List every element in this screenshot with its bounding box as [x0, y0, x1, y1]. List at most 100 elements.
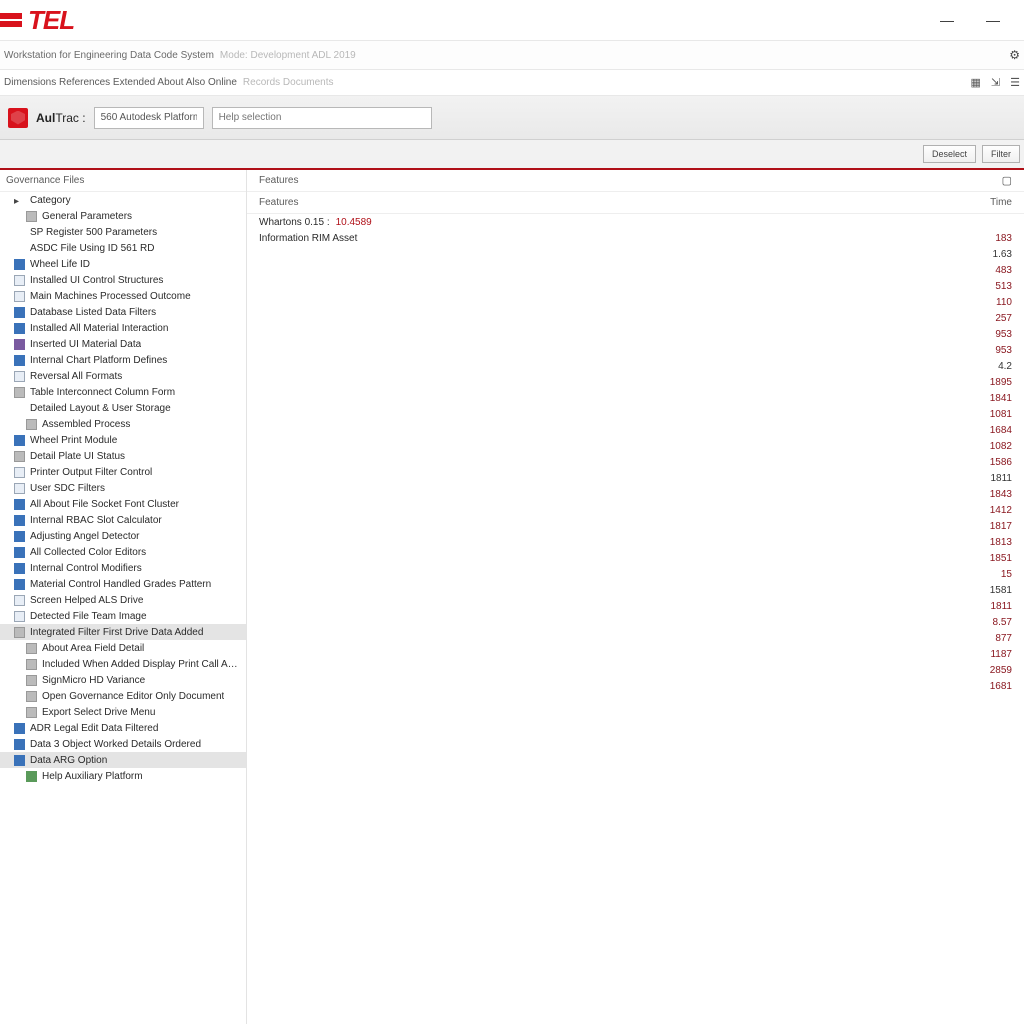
- sidebar-item[interactable]: Reversal All Formats: [0, 368, 246, 384]
- sidebar-item-label: Wheel Life ID: [30, 259, 90, 270]
- sidebar-item-label: Adjusting Angel Detector: [30, 531, 140, 542]
- deselect-button[interactable]: Deselect: [923, 145, 976, 163]
- toolbar-input-b[interactable]: [212, 107, 432, 129]
- sidebar-item[interactable]: About Area Field Detail: [0, 640, 246, 656]
- table-row[interactable]: 1581: [247, 582, 1024, 598]
- table-row[interactable]: 1811: [247, 470, 1024, 486]
- sidebar-item[interactable]: ADR Legal Edit Data Filtered: [0, 720, 246, 736]
- sidebar-item-label: Screen Helped ALS Drive: [30, 595, 143, 606]
- sidebar-item[interactable]: Screen Helped ALS Drive: [0, 592, 246, 608]
- table-row[interactable]: 257: [247, 310, 1024, 326]
- sidebar-item-label: Internal Chart Platform Defines: [30, 355, 167, 366]
- restore-button[interactable]: —: [986, 12, 1000, 28]
- sidebar-item[interactable]: Assembled Process: [0, 416, 246, 432]
- help-icon[interactable]: ☰: [1010, 76, 1020, 89]
- table-row[interactable]: 1813: [247, 534, 1024, 550]
- sidebar-item[interactable]: SignMicro HD Variance: [0, 672, 246, 688]
- toolbar-input-a[interactable]: [94, 107, 204, 129]
- sidebar-item[interactable]: Inserted UI Material Data: [0, 336, 246, 352]
- sidebar-item[interactable]: All About File Socket Font Cluster: [0, 496, 246, 512]
- table-row[interactable]: 8.57: [247, 614, 1024, 630]
- main-panel: Features ▢ Features Time Whartons 0.15 :…: [247, 170, 1024, 1024]
- table-row[interactable]: 1811: [247, 598, 1024, 614]
- sidebar-item-label: Table Interconnect Column Form: [30, 387, 175, 398]
- sidebar-item[interactable]: Installed UI Control Structures: [0, 272, 246, 288]
- sidebar-item[interactable]: Detail Plate UI Status: [0, 448, 246, 464]
- sidebar-item[interactable]: Data ARG Option: [0, 752, 246, 768]
- table-row[interactable]: 1082: [247, 438, 1024, 454]
- table-row[interactable]: 1.63: [247, 246, 1024, 262]
- row-value: 1581: [972, 585, 1012, 596]
- brand-bars-icon: [0, 13, 22, 27]
- sidebar-item-label: SP Register 500 Parameters: [30, 227, 157, 238]
- table-row[interactable]: 1851: [247, 550, 1024, 566]
- menu-faded[interactable]: Records Documents: [243, 77, 334, 88]
- blue-icon: [14, 355, 25, 366]
- sidebar-item[interactable]: Internal Control Modifiers: [0, 560, 246, 576]
- main-header-title: Features: [259, 175, 298, 186]
- menu-text[interactable]: Dimensions References Extended About Als…: [4, 77, 237, 88]
- sidebar-item[interactable]: Integrated Filter First Drive Data Added: [0, 624, 246, 640]
- sidebar-item[interactable]: Printer Output Filter Control: [0, 464, 246, 480]
- sidebar-item[interactable]: General Parameters: [0, 208, 246, 224]
- table-row[interactable]: 513: [247, 278, 1024, 294]
- table-row[interactable]: 1187: [247, 646, 1024, 662]
- toolbar: AulTrac :: [0, 96, 1024, 140]
- table-row[interactable]: 1841: [247, 390, 1024, 406]
- sidebar-item[interactable]: Export Select Drive Menu: [0, 704, 246, 720]
- sidebar-item-label: Main Machines Processed Outcome: [30, 291, 191, 302]
- gray-icon: [26, 675, 37, 686]
- layout-icon[interactable]: ▦: [971, 76, 981, 89]
- table-row[interactable]: Information RIM Asset183: [247, 230, 1024, 246]
- sidebar-item[interactable]: Database Listed Data Filters: [0, 304, 246, 320]
- sidebar-item[interactable]: All Collected Color Editors: [0, 544, 246, 560]
- table-row[interactable]: Whartons 0.15 :10.4589: [247, 214, 1024, 230]
- sidebar-item[interactable]: Main Machines Processed Outcome: [0, 288, 246, 304]
- box-icon: [14, 611, 25, 622]
- blue-icon: [14, 435, 25, 446]
- sidebar-item[interactable]: User SDC Filters: [0, 480, 246, 496]
- sidebar-item[interactable]: Installed All Material Interaction: [0, 320, 246, 336]
- table-row[interactable]: 15: [247, 566, 1024, 582]
- close-panel-icon[interactable]: ▢: [1002, 174, 1012, 187]
- sidebar-item[interactable]: Detected File Team Image: [0, 608, 246, 624]
- box-icon: [14, 291, 25, 302]
- table-row[interactable]: 953: [247, 326, 1024, 342]
- sidebar-item[interactable]: Detailed Layout & User Storage: [0, 400, 246, 416]
- sidebar-item[interactable]: Wheel Life ID: [0, 256, 246, 272]
- col-time: Time: [972, 197, 1012, 208]
- settings-icon[interactable]: ⚙: [1009, 48, 1020, 62]
- table-row[interactable]: 1081: [247, 406, 1024, 422]
- table-row[interactable]: 4.2: [247, 358, 1024, 374]
- table-row[interactable]: 1843: [247, 486, 1024, 502]
- table-row[interactable]: 110: [247, 294, 1024, 310]
- table-row[interactable]: 877: [247, 630, 1024, 646]
- table-row[interactable]: 953: [247, 342, 1024, 358]
- sidebar-item[interactable]: ▸Category: [0, 192, 246, 208]
- blue-icon: [14, 739, 25, 750]
- sidebar-item[interactable]: Help Auxiliary Platform: [0, 768, 246, 784]
- minimize-button[interactable]: —: [940, 12, 954, 28]
- sidebar-item[interactable]: SP Register 500 Parameters: [0, 224, 246, 240]
- sidebar-item[interactable]: Adjusting Angel Detector: [0, 528, 246, 544]
- sidebar-item[interactable]: Internal RBAC Slot Calculator: [0, 512, 246, 528]
- sidebar-item[interactable]: Internal Chart Platform Defines: [0, 352, 246, 368]
- sidebar-item[interactable]: Table Interconnect Column Form: [0, 384, 246, 400]
- table-row[interactable]: 1586: [247, 454, 1024, 470]
- table-row[interactable]: 2859: [247, 662, 1024, 678]
- sidebar-item[interactable]: Data 3 Object Worked Details Ordered: [0, 736, 246, 752]
- sidebar-item[interactable]: Wheel Print Module: [0, 432, 246, 448]
- filter-button[interactable]: Filter: [982, 145, 1020, 163]
- table-row[interactable]: 1681: [247, 678, 1024, 694]
- sidebar-item-label: Installed All Material Interaction: [30, 323, 168, 334]
- table-row[interactable]: 1412: [247, 502, 1024, 518]
- collapse-icon[interactable]: ⇲: [991, 76, 1000, 89]
- table-row[interactable]: 1895: [247, 374, 1024, 390]
- sidebar-item[interactable]: Material Control Handled Grades Pattern: [0, 576, 246, 592]
- table-row[interactable]: 1684: [247, 422, 1024, 438]
- table-row[interactable]: 483: [247, 262, 1024, 278]
- table-row[interactable]: 1817: [247, 518, 1024, 534]
- sidebar-item[interactable]: Open Governance Editor Only Document: [0, 688, 246, 704]
- sidebar-item[interactable]: Included When Added Display Print Call A…: [0, 656, 246, 672]
- sidebar-item[interactable]: ASDC File Using ID 561 RD: [0, 240, 246, 256]
